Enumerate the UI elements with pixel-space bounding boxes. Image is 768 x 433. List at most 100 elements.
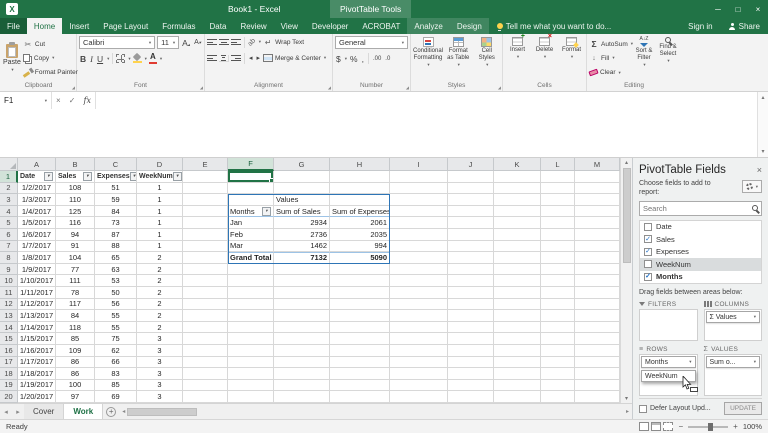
cell-G5[interactable]: 2934 xyxy=(274,217,330,229)
cell-A13[interactable]: 1/13/2017 xyxy=(18,310,56,322)
scroll-left-icon[interactable]: ◂ xyxy=(122,408,125,415)
cell-K18[interactable] xyxy=(494,368,541,380)
find-select-button[interactable]: Find & Select▾ xyxy=(657,36,679,81)
cell-D14[interactable]: 2 xyxy=(137,322,183,334)
cell-G19[interactable] xyxy=(274,380,330,392)
middle-align-button[interactable] xyxy=(219,39,229,45)
cell-I4[interactable] xyxy=(390,206,448,218)
cell-K11[interactable] xyxy=(494,287,541,299)
tab-developer[interactable]: Developer xyxy=(305,18,355,34)
row-header-11[interactable]: 11 xyxy=(0,287,18,299)
column-header-F[interactable]: F xyxy=(228,158,274,171)
column-header-E[interactable]: E xyxy=(183,158,228,171)
cell-K3[interactable] xyxy=(494,194,541,206)
cell-H18[interactable] xyxy=(330,368,390,380)
cell-L3[interactable] xyxy=(541,194,575,206)
underline-button[interactable]: U xyxy=(96,54,104,64)
cell-E8[interactable] xyxy=(183,252,228,264)
row-header-19[interactable]: 19 xyxy=(0,380,18,392)
horizontal-scrollbar[interactable]: ◂ ▸ xyxy=(119,404,632,419)
formula-scroll-up-icon[interactable]: ▴ xyxy=(761,94,764,101)
cell-C18[interactable]: 83 xyxy=(95,368,137,380)
cell-A5[interactable]: 1/5/2017 xyxy=(18,217,56,229)
cell-H20[interactable] xyxy=(330,391,390,403)
cell-E18[interactable] xyxy=(183,368,228,380)
fields-search[interactable] xyxy=(639,201,762,216)
new-sheet-button[interactable]: + xyxy=(103,404,119,419)
cell-C20[interactable]: 69 xyxy=(95,391,137,403)
cell-K19[interactable] xyxy=(494,380,541,392)
cell-E5[interactable] xyxy=(183,217,228,229)
cell-J11[interactable] xyxy=(448,287,494,299)
row-header-17[interactable]: 17 xyxy=(0,357,18,369)
cell-E15[interactable] xyxy=(183,333,228,345)
cell-C14[interactable]: 55 xyxy=(95,322,137,334)
cell-L10[interactable] xyxy=(541,275,575,287)
cell-M9[interactable] xyxy=(575,264,620,276)
cell-G7[interactable]: 1462 xyxy=(274,241,330,253)
cell-A3[interactable]: 1/3/2017 xyxy=(18,194,56,206)
cell-J12[interactable] xyxy=(448,299,494,311)
values-area[interactable]: Sum o...▾ xyxy=(704,354,763,396)
cell-K7[interactable] xyxy=(494,241,541,253)
clipboard-dialog-launcher[interactable]: ◢ xyxy=(72,85,75,90)
sheet-tab-work[interactable]: Work xyxy=(64,404,103,419)
cell-I15[interactable] xyxy=(390,333,448,345)
cell-A18[interactable]: 1/18/2017 xyxy=(18,368,56,380)
cell-F19[interactable] xyxy=(228,380,274,392)
cell-L7[interactable] xyxy=(541,241,575,253)
zoom-in-button[interactable]: + xyxy=(733,422,738,431)
tell-me-box[interactable]: Tell me what you want to do... xyxy=(489,18,619,34)
cell-B3[interactable]: 110 xyxy=(56,194,95,206)
row-header-20[interactable]: 20 xyxy=(0,391,18,403)
cell-J4[interactable] xyxy=(448,206,494,218)
tab-review[interactable]: Review xyxy=(233,18,273,34)
cell-B18[interactable]: 86 xyxy=(56,368,95,380)
cell-E14[interactable] xyxy=(183,322,228,334)
rows-field-months[interactable]: Months▾ xyxy=(641,356,696,368)
font-name-select[interactable]: Calibri▾ xyxy=(79,36,155,49)
row-header-9[interactable]: 9 xyxy=(0,264,18,276)
cell-L16[interactable] xyxy=(541,345,575,357)
cell-M8[interactable] xyxy=(575,252,620,264)
cell-F17[interactable] xyxy=(228,357,274,369)
cell-A17[interactable]: 1/17/2017 xyxy=(18,357,56,369)
cell-L14[interactable] xyxy=(541,322,575,334)
cell-C12[interactable]: 56 xyxy=(95,299,137,311)
cancel-button[interactable]: × xyxy=(56,96,61,105)
row-header-18[interactable]: 18 xyxy=(0,368,18,380)
cell-H4[interactable]: Sum of Expenses xyxy=(330,206,390,218)
cell-E4[interactable] xyxy=(183,206,228,218)
cell-J2[interactable] xyxy=(448,183,494,195)
cell-H19[interactable] xyxy=(330,380,390,392)
cell-A19[interactable]: 1/19/2017 xyxy=(18,380,56,392)
fill-button[interactable]: ↓Fill▾ xyxy=(589,52,631,64)
cell-D9[interactable]: 2 xyxy=(137,264,183,276)
column-header-L[interactable]: L xyxy=(541,158,575,171)
cell-I14[interactable] xyxy=(390,322,448,334)
tab-formulas[interactable]: Formulas xyxy=(155,18,202,34)
cell-B17[interactable]: 86 xyxy=(56,357,95,369)
cell-A8[interactable]: 1/8/2017 xyxy=(18,252,56,264)
format-as-table-button[interactable]: Format as Table▾ xyxy=(445,36,471,81)
row-header-1[interactable]: 1 xyxy=(0,171,18,183)
cell-D4[interactable]: 1 xyxy=(137,206,183,218)
vertical-scroll-thumb[interactable] xyxy=(623,168,631,263)
number-format-select[interactable]: General▾ xyxy=(335,36,408,49)
cell-A9[interactable]: 1/9/2017 xyxy=(18,264,56,276)
cell-G13[interactable] xyxy=(274,310,330,322)
cell-F10[interactable] xyxy=(228,275,274,287)
cell-C3[interactable]: 59 xyxy=(95,194,137,206)
cell-A2[interactable]: 1/2/2017 xyxy=(18,183,56,195)
row-header-2[interactable]: 2 xyxy=(0,183,18,195)
cell-A4[interactable]: 1/4/2017 xyxy=(18,206,56,218)
filter-button-expenses[interactable]: ▾ xyxy=(130,172,137,181)
cell-J8[interactable] xyxy=(448,252,494,264)
cell-B6[interactable]: 94 xyxy=(56,229,95,241)
name-box[interactable]: F1▾ xyxy=(0,92,52,109)
cell-H2[interactable] xyxy=(330,183,390,195)
sign-in-button[interactable]: Sign in xyxy=(680,18,720,34)
cell-E20[interactable] xyxy=(183,391,228,403)
cell-B16[interactable]: 109 xyxy=(56,345,95,357)
field-item-sales[interactable]: ✓Sales xyxy=(640,233,761,246)
